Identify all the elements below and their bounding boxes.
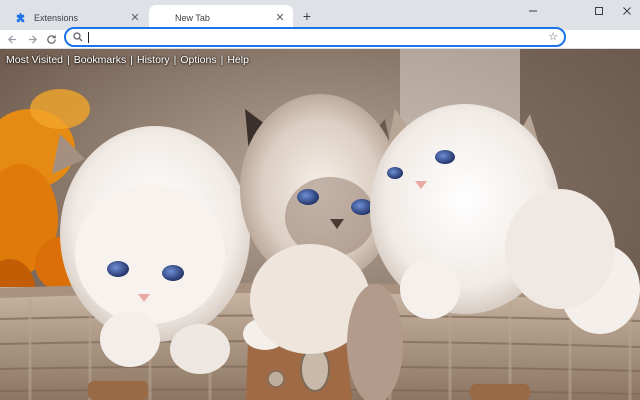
kittens-background-image <box>0 49 640 400</box>
link-history[interactable]: History <box>137 54 170 66</box>
link-most-visited[interactable]: Most Visited <box>6 54 63 66</box>
link-separator: | <box>67 54 70 66</box>
bookmark-star-icon[interactable]: ☆ <box>548 30 558 43</box>
toolbar: ☆ <box>0 27 640 75</box>
address-bar[interactable]: ☆ <box>64 27 566 47</box>
minimize-icon <box>529 10 537 12</box>
reload-button[interactable] <box>43 31 59 47</box>
new-tab-page: Most Visited | Bookmarks | History | Options | H… <box>0 49 640 400</box>
close-window-button[interactable] <box>612 0 640 22</box>
close-tab-icon[interactable]: ✕ <box>273 11 287 25</box>
minimize-button[interactable] <box>518 0 548 22</box>
link-separator: | <box>130 54 133 66</box>
reload-icon <box>46 34 56 44</box>
search-icon <box>73 32 83 42</box>
back-button[interactable] <box>4 31 20 47</box>
link-help[interactable]: Help <box>227 54 249 66</box>
new-tab-button[interactable]: + <box>298 7 316 25</box>
link-separator: | <box>220 54 224 66</box>
link-bookmarks[interactable]: Bookmarks <box>74 54 127 66</box>
address-input[interactable] <box>86 30 526 44</box>
text-caret <box>88 32 89 43</box>
back-arrow-icon <box>7 34 16 44</box>
forward-arrow-icon <box>28 34 37 44</box>
puzzle-piece-icon <box>14 12 26 24</box>
forward-button[interactable] <box>24 31 40 47</box>
close-tab-icon[interactable]: ✕ <box>128 11 142 25</box>
maximize-button[interactable] <box>584 0 614 22</box>
link-separator: | <box>173 54 177 66</box>
close-icon <box>623 7 631 15</box>
tab-title: New Tab <box>175 12 210 23</box>
nav-links-bar: Most Visited | Bookmarks | History | Options | H… <box>6 54 249 66</box>
maximize-icon <box>595 7 603 15</box>
link-options[interactable]: Options <box>180 54 216 66</box>
tab-favicon-spacer <box>155 12 167 24</box>
tab-strip: Extensions ✕ New Tab ✕ + <box>0 0 640 30</box>
tab-title: Extensions <box>34 12 79 23</box>
